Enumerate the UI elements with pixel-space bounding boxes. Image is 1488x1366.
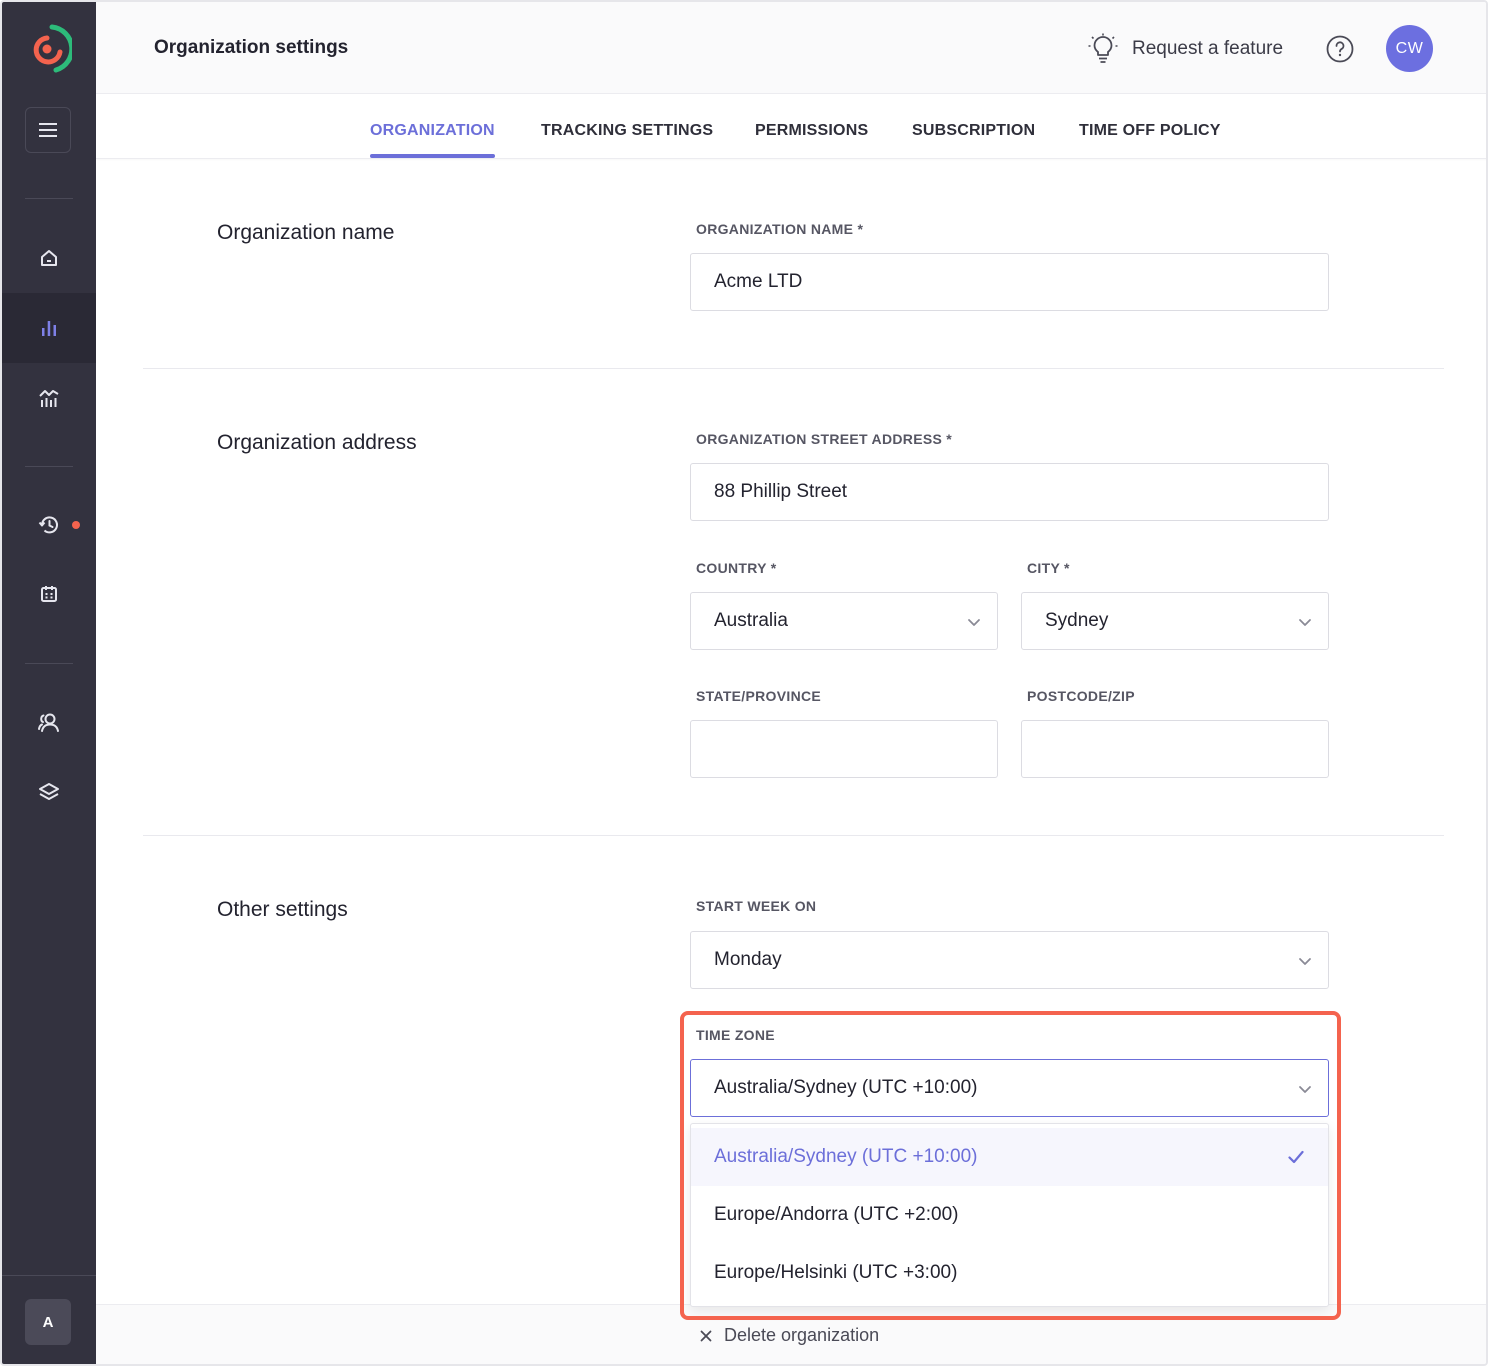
sidebar-divider: [2, 1275, 96, 1276]
layers-icon: [39, 783, 59, 800]
section-divider: [143, 368, 1444, 369]
trend-chart-icon: [39, 390, 59, 407]
section-divider: [143, 835, 1444, 836]
logo-icon: [33, 24, 72, 73]
street-address-value: 88 Phillip Street: [714, 481, 848, 502]
home-icon: [41, 250, 57, 266]
chevron-down-icon: [968, 619, 980, 626]
chevron-down-icon: [1299, 619, 1311, 626]
section-title-organization-name: Organization name: [217, 221, 395, 244]
organization-name-value: Acme LTD: [714, 271, 803, 292]
chevron-down-icon: [1299, 958, 1311, 965]
sidebar-item-reports[interactable]: [2, 293, 96, 363]
page-title: Organization settings: [154, 37, 349, 58]
app-window: A Organization settings Request a featur…: [0, 0, 1488, 1366]
sidebar-item-history[interactable]: [2, 490, 96, 560]
notification-dot: [72, 521, 80, 529]
settings-tabs: ORGANIZATION TRACKING SETTINGS PERMISSIO…: [96, 94, 1486, 159]
state-province-label: STATE/PROVINCE: [696, 688, 822, 704]
top-header: Organization settings Request a feature …: [96, 2, 1486, 94]
sidebar-item-calendar[interactable]: [2, 559, 96, 629]
sidebar-item-analytics[interactable]: [2, 363, 96, 433]
section-title-other-settings: Other settings: [217, 898, 348, 921]
tab-permissions[interactable]: PERMISSIONS: [755, 122, 868, 140]
workspace-avatar[interactable]: A: [25, 1299, 71, 1345]
user-avatar[interactable]: CW: [1386, 25, 1433, 72]
street-address-input[interactable]: 88 Phillip Street: [690, 463, 1329, 521]
start-week-label: START WEEK ON: [696, 898, 817, 914]
tab-time-off-policy[interactable]: TIME OFF POLICY: [1079, 122, 1221, 140]
sidebar-item-home[interactable]: [2, 223, 96, 293]
request-feature-label: Request a feature: [1132, 38, 1284, 59]
country-label: COUNTRY *: [696, 560, 777, 576]
city-select[interactable]: Sydney: [1021, 592, 1329, 650]
help-icon[interactable]: [1326, 35, 1354, 63]
bar-chart-icon: [42, 321, 56, 336]
calendar-icon: [41, 586, 57, 602]
sidebar-divider: [25, 663, 73, 664]
street-address-label: ORGANIZATION STREET ADDRESS *: [696, 431, 953, 447]
city-label: CITY *: [1027, 560, 1070, 576]
tab-tracking-settings[interactable]: TRACKING SETTINGS: [541, 122, 713, 140]
country-value: Australia: [714, 610, 788, 631]
delete-organization-label: Delete organization: [724, 1325, 880, 1345]
sidebar-item-projects[interactable]: [2, 757, 96, 827]
lightbulb-icon: [1088, 33, 1118, 63]
postcode-label: POSTCODE/ZIP: [1027, 688, 1135, 704]
city-value: Sydney: [1045, 610, 1109, 631]
sidebar-divider: [25, 198, 73, 199]
country-select[interactable]: Australia: [690, 592, 998, 650]
sidebar-item-people[interactable]: [2, 688, 96, 758]
active-tab-indicator: [370, 154, 495, 158]
sidebar: A: [2, 2, 96, 1364]
menu-toggle-button[interactable]: [25, 107, 71, 153]
hamburger-icon: [39, 123, 57, 137]
close-icon: [700, 1330, 712, 1341]
delete-organization-button[interactable]: Delete organization: [700, 1325, 879, 1346]
state-province-input[interactable]: [690, 720, 998, 778]
organization-name-input[interactable]: Acme LTD: [690, 253, 1329, 311]
start-week-select[interactable]: Monday: [690, 931, 1329, 989]
tab-organization[interactable]: ORGANIZATION: [370, 122, 495, 140]
sidebar-divider: [25, 466, 73, 467]
people-icon: [38, 713, 59, 732]
organization-name-label: ORGANIZATION NAME *: [696, 221, 864, 237]
start-week-value: Monday: [714, 949, 782, 970]
section-title-organization-address: Organization address: [217, 431, 417, 454]
highlight-box: [680, 1011, 1341, 1320]
tab-subscription[interactable]: SUBSCRIPTION: [912, 122, 1035, 140]
request-feature-button[interactable]: Request a feature: [1088, 32, 1283, 66]
postcode-input[interactable]: [1021, 720, 1329, 778]
history-icon: [38, 516, 58, 534]
